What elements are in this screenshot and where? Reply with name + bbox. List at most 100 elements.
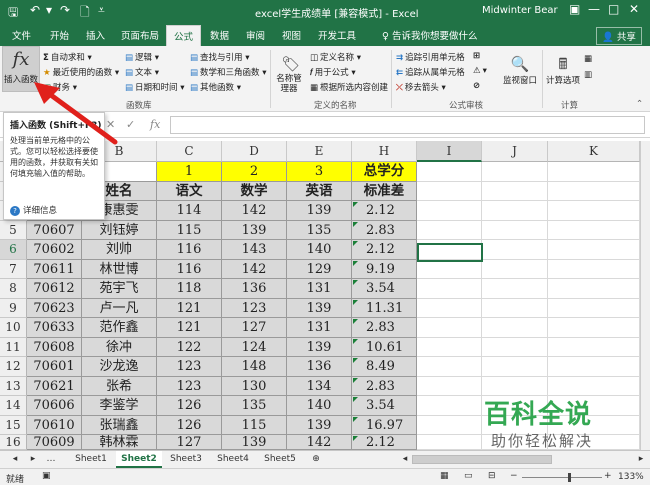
cell-J7[interactable] [482,259,548,279]
new-file-icon[interactable]: 🗋 [80,3,90,24]
cell-K3[interactable] [548,181,640,201]
cell-D10[interactable]: 127 [222,318,287,338]
cell-E5[interactable]: 135 [287,220,352,240]
show-formulas-button[interactable]: ⊞ [473,51,482,61]
cell-I8[interactable] [417,279,482,299]
cell-E8[interactable]: 131 [287,279,352,299]
more-sheets-icon[interactable]: … [44,451,58,468]
zoom-level[interactable]: 133% [618,472,644,482]
cell-I7[interactable] [417,259,482,279]
cell-A10[interactable]: 70633 [27,318,82,338]
cell-A14[interactable]: 70606 [27,396,82,416]
cell-E13[interactable]: 134 [287,376,352,396]
sheet-tab-1[interactable]: Sheet1 [67,451,115,468]
cell-E3[interactable]: 英语 [287,181,352,201]
horizontal-scrollbar[interactable] [412,455,552,464]
cell-A5[interactable]: 70607 [27,220,82,240]
cell-I9[interactable] [417,298,482,318]
cell-B16[interactable]: 韩林霖 [82,435,157,450]
watch-window-button[interactable]: 🔍 监视窗口 [500,54,540,86]
tab-review[interactable]: 审阅 [246,28,265,42]
column-header-K[interactable]: K [548,141,640,162]
cell-H8[interactable]: 3.54 [352,279,417,299]
cell-B12[interactable]: 沙龙逸 [82,357,157,377]
cell-K10[interactable] [548,318,640,338]
cell-A15[interactable]: 70610 [27,415,82,435]
trace-dependents-button[interactable]: ⇇ 追踪从属单元格 [396,66,465,78]
column-header-D[interactable]: D [222,141,287,162]
cell-I3[interactable] [417,181,482,201]
user-name[interactable]: Midwinter Bear [482,5,558,16]
cell-K5[interactable] [548,220,640,240]
cell-C12[interactable]: 123 [157,357,222,377]
cell-H5[interactable]: 2.83 [352,220,417,240]
cell-A7[interactable]: 70611 [27,259,82,279]
tab-home[interactable]: 开始 [50,28,69,42]
cell-I16[interactable] [417,435,482,450]
tell-me-search[interactable]: ♀ 告诉我你想要做什么 [382,28,477,42]
cell-H14[interactable]: 3.54 [352,396,417,416]
cell-C15[interactable]: 126 [157,415,222,435]
ribbon-display-icon[interactable]: ▣ [569,2,580,16]
zoom-slider[interactable] [522,477,602,478]
tab-insert[interactable]: 插入 [86,28,105,42]
cell-H3[interactable]: 标准差 [352,181,417,201]
cell-D14[interactable]: 135 [222,396,287,416]
cell-H11[interactable]: 10.61 [352,337,417,357]
collapse-ribbon-icon[interactable]: ⌃ [636,99,643,109]
row-header-14[interactable]: 14 [0,396,27,416]
sheet-tab-2[interactable]: Sheet2 [116,451,162,468]
cell-A13[interactable]: 70621 [27,376,82,396]
save-icon[interactable]: 🖫 [8,3,18,24]
error-checking-button[interactable]: ⚠ ▾ [473,66,487,76]
cell-J6[interactable] [482,240,548,260]
cell-A11[interactable]: 70608 [27,337,82,357]
cell-B10[interactable]: 范作鑫 [82,318,157,338]
use-in-formula-button[interactable]: 𝑓 用于公式 ▾ [310,66,356,78]
cell-K12[interactable] [548,357,640,377]
normal-view-icon[interactable]: ▦ [440,471,449,481]
cell-I5[interactable] [417,220,482,240]
next-sheet-icon[interactable]: ▸ [26,451,40,468]
undo-dropdown-icon[interactable]: ▾ [46,3,52,17]
cell-I13[interactable] [417,376,482,396]
zoom-in-icon[interactable]: + [604,471,612,481]
active-cell-cursor[interactable] [417,243,483,262]
row-header-11[interactable]: 11 [0,337,27,357]
sheet-tab-3[interactable]: Sheet3 [163,451,209,468]
undo-icon[interactable]: ↶ [30,3,40,17]
cell-B8[interactable]: 苑宇飞 [82,279,157,299]
cell-B5[interactable]: 刘钰婷 [82,220,157,240]
cell-D8[interactable]: 136 [222,279,287,299]
tab-page-layout[interactable]: 页面布局 [121,28,159,42]
minimize-icon[interactable]: — [588,2,600,16]
cell-H7[interactable]: 9.19 [352,259,417,279]
enter-icon[interactable]: ✓ [126,118,135,131]
row-header-10[interactable]: 10 [0,318,27,338]
row-header-5[interactable]: 5 [0,220,27,240]
cell-K8[interactable] [548,279,640,299]
text-button[interactable]: ▤ 文本 ▾ [125,66,159,78]
cell-K4[interactable] [548,201,640,221]
vertical-scrollbar[interactable] [640,141,650,450]
cell-J4[interactable] [482,201,548,221]
redo-icon[interactable]: ↷ [60,3,70,17]
zoom-out-icon[interactable]: − [510,471,518,481]
recent-functions-button[interactable]: ★ 最近使用的函数 ▾ [43,66,119,78]
cell-C8[interactable]: 118 [157,279,222,299]
cell-C7[interactable]: 116 [157,259,222,279]
cell-D9[interactable]: 123 [222,298,287,318]
cell-B9[interactable]: 卢一凡 [82,298,157,318]
tooltip-more-info[interactable]: ? 详细信息 [10,204,57,216]
evaluate-formula-button[interactable]: ⊘ [473,81,482,91]
cell-H16[interactable]: 2.12 [352,435,417,450]
cell-J9[interactable] [482,298,548,318]
share-button[interactable]: 👤 共享 [596,27,642,45]
cell-I11[interactable] [417,337,482,357]
cell-C16[interactable]: 127 [157,435,222,450]
cell-A8[interactable]: 70612 [27,279,82,299]
math-button[interactable]: ▤ 数学和三角函数 ▾ [190,66,267,78]
tab-developer[interactable]: 开发工具 [318,28,356,42]
hscroll-right-icon[interactable]: ▸ [636,451,646,468]
cell-C4[interactable]: 114 [157,201,222,221]
